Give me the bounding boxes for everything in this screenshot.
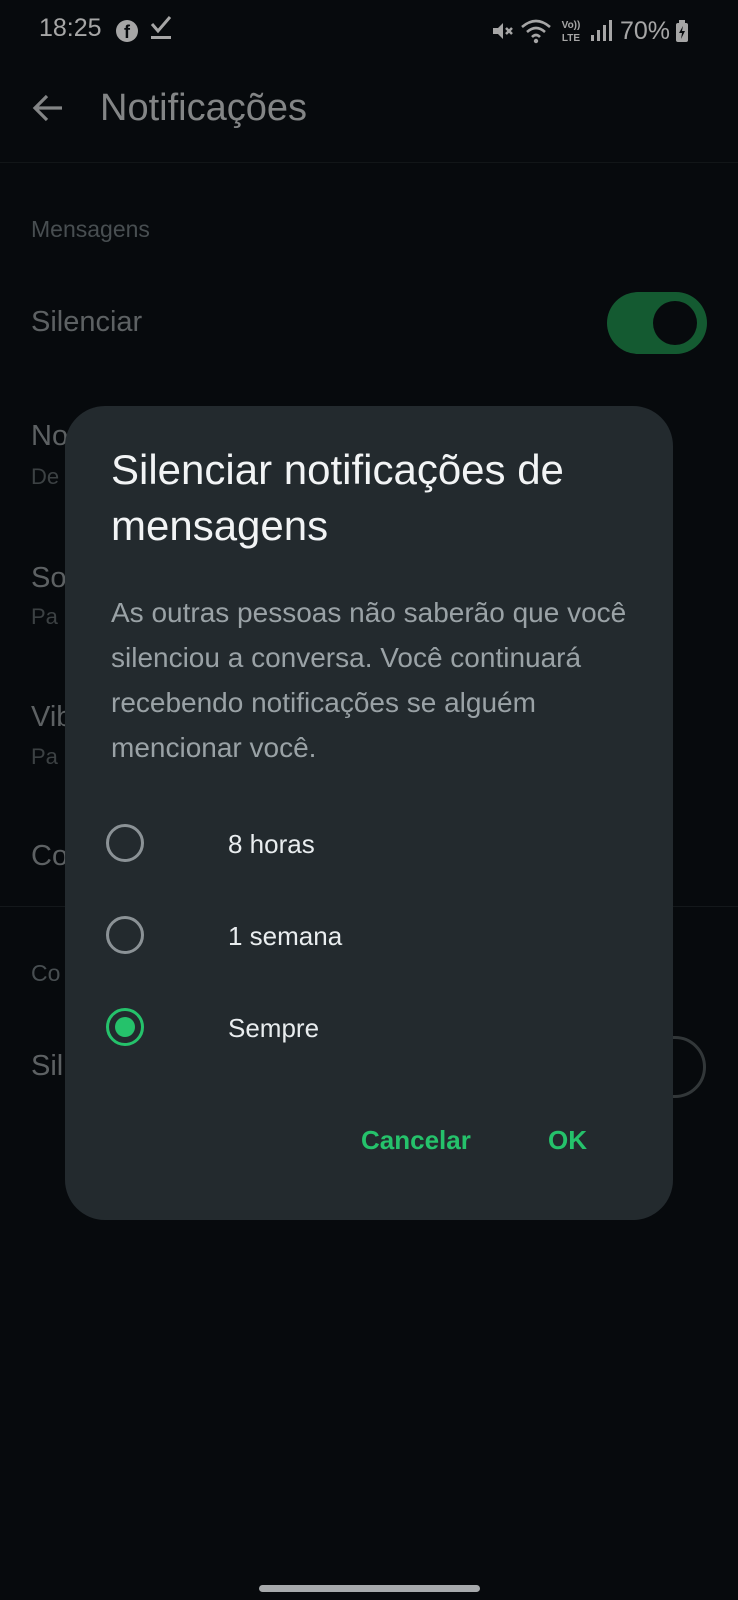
radio-unselected-icon[interactable] [106, 824, 144, 862]
option-1-semana[interactable]: 1 semana [105, 904, 625, 968]
option-sempre[interactable]: Sempre [105, 996, 625, 1060]
radio-unselected-icon[interactable] [106, 916, 144, 954]
dialog-title: Silenciar notificações de mensagens [111, 446, 564, 549]
option-label: Sempre [228, 1013, 320, 1043]
option-label: 1 semana [228, 921, 343, 951]
option-label: 8 horas [228, 829, 315, 859]
option-8-horas[interactable]: 8 horas [105, 812, 625, 876]
silence-dialog: Silenciar notificações de mensagens As o… [65, 406, 673, 1220]
radio-selected-icon[interactable] [106, 1008, 144, 1046]
home-indicator[interactable] [259, 1585, 480, 1592]
dialog-message: As outras pessoas não saberão que você s… [111, 597, 627, 763]
ok-button[interactable]: OK [548, 1125, 587, 1156]
cancel-button[interactable]: Cancelar [361, 1125, 471, 1156]
